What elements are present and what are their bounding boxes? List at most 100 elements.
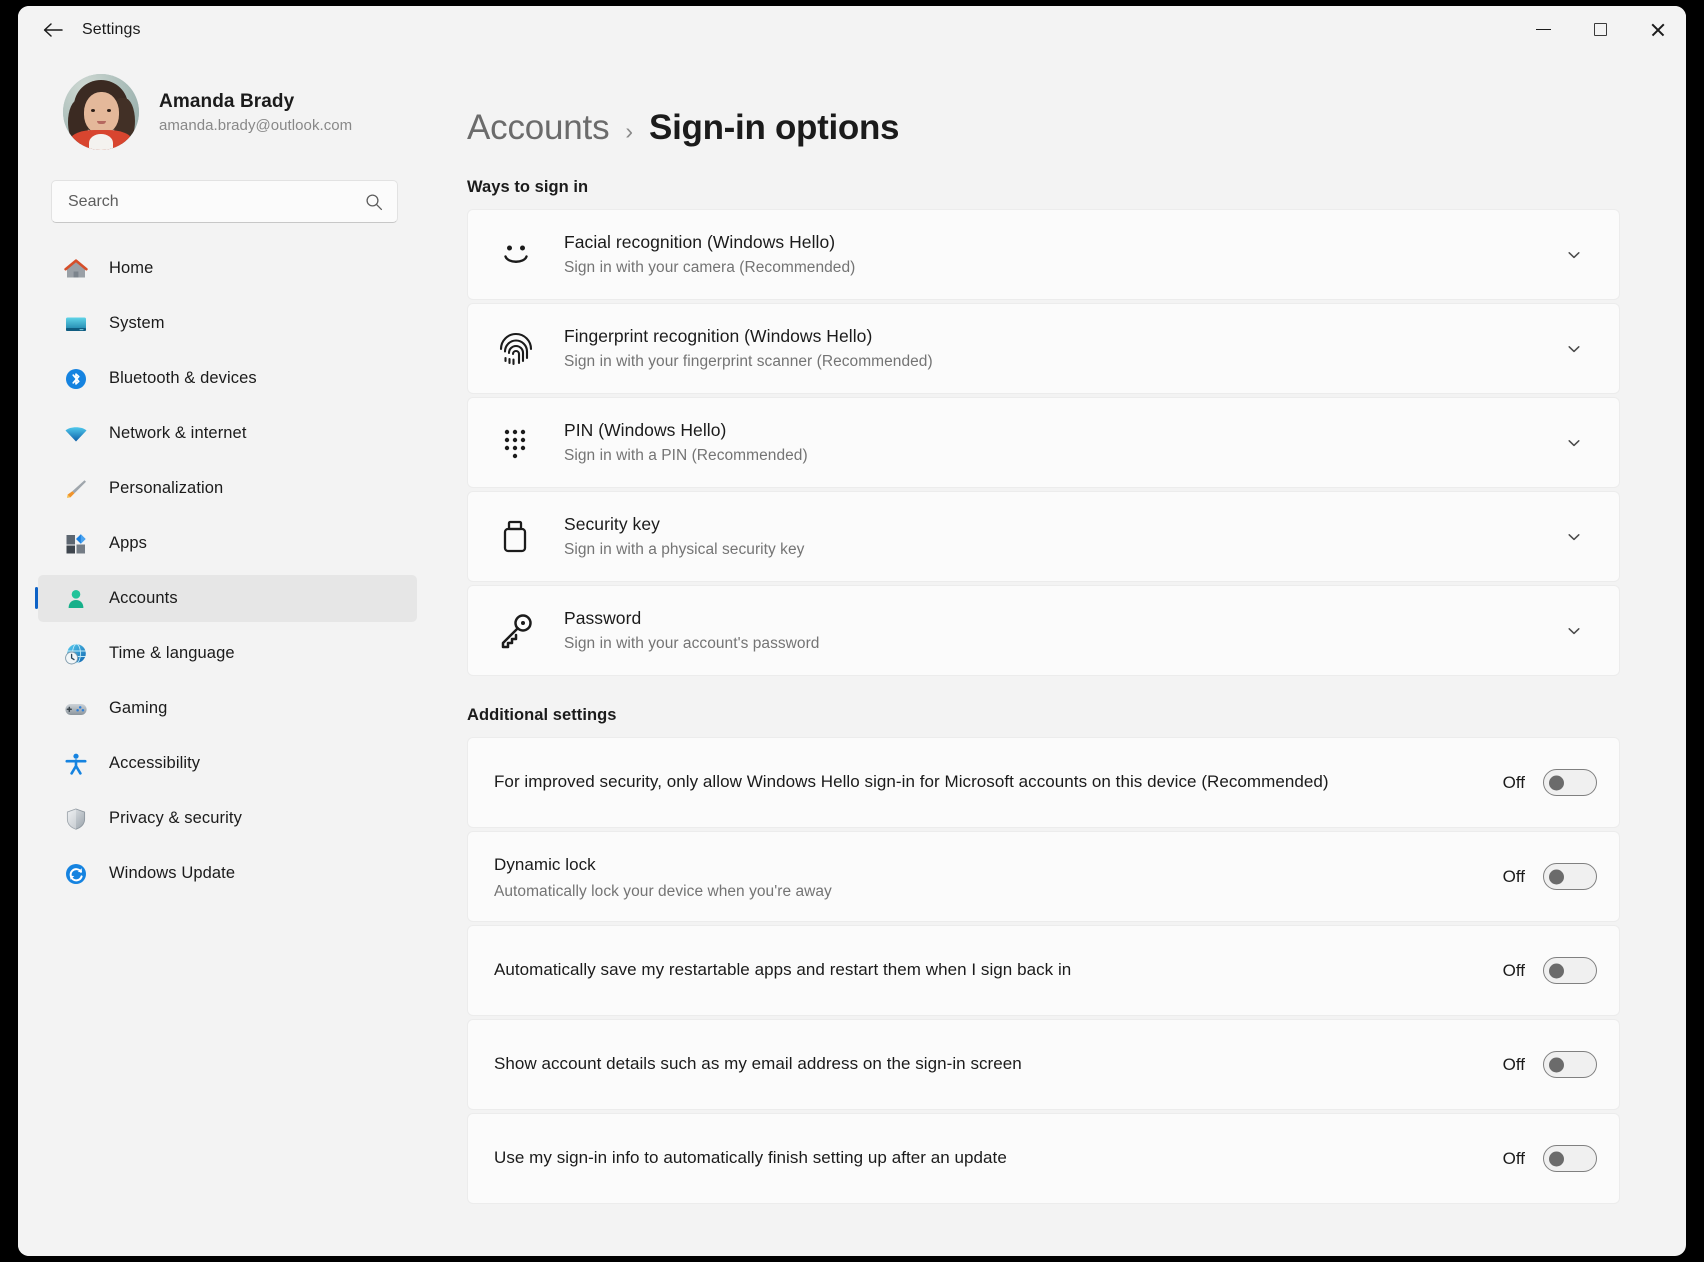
home-icon bbox=[64, 258, 88, 277]
signin-option-subtitle: Sign in with a physical security key bbox=[564, 541, 805, 558]
sidebar-item-gaming[interactable]: Gaming bbox=[38, 685, 417, 732]
setting-text: Show account details such as my email ad… bbox=[468, 1051, 1485, 1077]
chevron-down-icon bbox=[1568, 627, 1580, 634]
update-icon bbox=[66, 863, 86, 884]
signin-option-card[interactable]: Password Sign in with your account's pass… bbox=[467, 585, 1620, 676]
expand-button[interactable] bbox=[1551, 341, 1597, 357]
brush-icon-wrap bbox=[62, 476, 90, 502]
system-icon-wrap bbox=[62, 311, 90, 337]
toggle-state-label: Off bbox=[1502, 960, 1525, 980]
key-icon-wrap bbox=[468, 609, 564, 653]
pin-keypad-icon-wrap bbox=[468, 421, 564, 465]
clock-globe-icon bbox=[65, 643, 86, 664]
signin-option-title: PIN (Windows Hello) bbox=[564, 420, 727, 440]
sidebar-item-apps[interactable]: Apps bbox=[38, 520, 417, 567]
signin-option-text: Facial recognition (Windows Hello) Sign i… bbox=[564, 222, 1551, 287]
sidebar-item-network-internet[interactable]: Network & internet bbox=[38, 410, 417, 457]
setting-title: Dynamic lock bbox=[494, 854, 596, 874]
sidebar-item-label: Apps bbox=[109, 534, 148, 552]
sidebar-item-accessibility[interactable]: Accessibility bbox=[38, 740, 417, 787]
toggle-knob bbox=[1549, 963, 1564, 978]
security-key-icon bbox=[503, 520, 527, 552]
close-button[interactable] bbox=[1629, 6, 1686, 53]
window-title: Settings bbox=[82, 20, 141, 38]
toggle-state-label: Off bbox=[1502, 772, 1525, 792]
signin-option-card[interactable]: PIN (Windows Hello) Sign in with a PIN (R… bbox=[467, 397, 1620, 488]
additional-settings-list: For improved security, only allow Window… bbox=[455, 737, 1686, 1204]
setting-title: Show account details such as my email ad… bbox=[494, 1054, 1022, 1074]
sidebar-item-label: Bluetooth & devices bbox=[109, 369, 257, 387]
setting-text: Automatically save my restartable apps a… bbox=[468, 957, 1485, 983]
back-button[interactable] bbox=[34, 13, 72, 47]
setting-title: Automatically save my restartable apps a… bbox=[494, 960, 1072, 980]
profile-name: Amanda Brady bbox=[159, 90, 295, 112]
sidebar-item-time-language[interactable]: Time & language bbox=[38, 630, 417, 677]
setting-title: For improved security, only allow Window… bbox=[494, 772, 1329, 792]
signin-option-text: Fingerprint recognition (Windows Hello) S… bbox=[564, 316, 1551, 381]
settings-window: Settings Amanda Brady amanda.brady@outlo… bbox=[18, 6, 1686, 1256]
breadcrumb-separator-icon: › bbox=[625, 118, 634, 144]
sidebar-item-windows-update[interactable]: Windows Update bbox=[38, 850, 417, 897]
breadcrumb-parent[interactable]: Accounts bbox=[467, 108, 610, 148]
accessibility-icon-wrap bbox=[62, 751, 90, 777]
toggle-knob bbox=[1549, 775, 1564, 790]
sidebar-item-label: Accounts bbox=[109, 589, 178, 607]
wifi-icon bbox=[65, 426, 87, 441]
search-placeholder: Search bbox=[68, 192, 119, 210]
setting-text: Use my sign-in info to automatically fin… bbox=[468, 1145, 1485, 1171]
key-icon bbox=[501, 613, 532, 648]
sidebar-item-personalization[interactable]: Personalization bbox=[38, 465, 417, 512]
toggle-state-label: Off bbox=[1502, 1148, 1525, 1168]
sidebar-item-accounts[interactable]: Accounts bbox=[35, 575, 417, 622]
toggle-switch[interactable] bbox=[1543, 1145, 1597, 1172]
expand-button[interactable] bbox=[1551, 247, 1597, 263]
system-icon bbox=[66, 317, 86, 331]
profile-section[interactable]: Amanda Brady amanda.brady@outlook.com bbox=[18, 66, 443, 158]
sidebar-item-label: Privacy & security bbox=[109, 809, 242, 827]
sidebar: Amanda Brady amanda.brady@outlook.com Se… bbox=[18, 53, 443, 1256]
toggle-state-label: Off bbox=[1502, 866, 1525, 886]
signin-option-card[interactable]: Security key Sign in with a physical secu… bbox=[467, 491, 1620, 582]
gamepad-icon-wrap bbox=[62, 696, 90, 722]
additional-settings-heading: Additional settings bbox=[467, 706, 617, 724]
sidebar-item-privacy-security[interactable]: Privacy & security bbox=[38, 795, 417, 842]
signin-option-text: PIN (Windows Hello) Sign in with a PIN (R… bbox=[564, 410, 1551, 475]
signin-option-title: Password bbox=[564, 608, 642, 628]
back-arrow-icon bbox=[43, 22, 63, 37]
setting-row: Use my sign-in info to automatically fin… bbox=[467, 1113, 1620, 1204]
avatar bbox=[63, 74, 139, 150]
toggle-switch[interactable] bbox=[1543, 1051, 1597, 1078]
sidebar-item-home[interactable]: Home bbox=[38, 245, 417, 292]
security-key-icon-wrap bbox=[468, 515, 564, 559]
search-input[interactable]: Search bbox=[51, 180, 398, 223]
sidebar-item-label: System bbox=[109, 314, 165, 332]
signin-option-card[interactable]: Fingerprint recognition (Windows Hello) S… bbox=[467, 303, 1620, 394]
home-icon-wrap bbox=[62, 256, 90, 282]
shield-icon-wrap bbox=[62, 806, 90, 832]
accounts-icon-wrap bbox=[62, 586, 90, 612]
toggle-switch[interactable] bbox=[1543, 769, 1597, 796]
sidebar-item-bluetooth-devices[interactable]: Bluetooth & devices bbox=[38, 355, 417, 402]
fingerprint-icon-wrap bbox=[468, 327, 564, 371]
expand-button[interactable] bbox=[1551, 529, 1597, 545]
signin-options-list: Facial recognition (Windows Hello) Sign i… bbox=[455, 209, 1686, 676]
profile-email: amanda.brady@outlook.com bbox=[159, 116, 353, 134]
face-smile-icon bbox=[504, 245, 528, 263]
bluetooth-icon bbox=[66, 368, 86, 389]
toggle-switch[interactable] bbox=[1543, 957, 1597, 984]
expand-button[interactable] bbox=[1551, 623, 1597, 639]
ways-to-sign-in-heading: Ways to sign in bbox=[467, 178, 589, 196]
expand-button[interactable] bbox=[1551, 435, 1597, 451]
toggle-knob bbox=[1549, 1151, 1564, 1166]
setting-row: Show account details such as my email ad… bbox=[467, 1019, 1620, 1110]
brush-icon bbox=[67, 479, 86, 498]
toggle-switch[interactable] bbox=[1543, 863, 1597, 890]
signin-option-card[interactable]: Facial recognition (Windows Hello) Sign i… bbox=[467, 209, 1620, 300]
sidebar-item-system[interactable]: System bbox=[38, 300, 417, 347]
maximize-button[interactable] bbox=[1572, 6, 1629, 53]
chevron-down-icon bbox=[1568, 251, 1580, 258]
setting-subtitle: Automatically lock your device when you'… bbox=[494, 883, 832, 901]
minimize-button[interactable] bbox=[1515, 6, 1572, 53]
breadcrumb: Accounts › Sign-in options bbox=[455, 108, 1686, 148]
signin-option-subtitle: Sign in with your account's password bbox=[564, 635, 820, 652]
